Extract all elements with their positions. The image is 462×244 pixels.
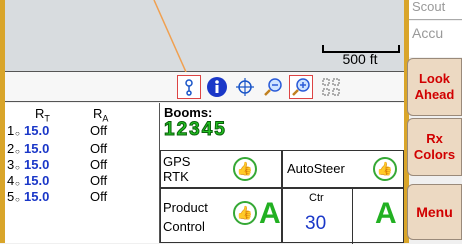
autosteer-cell[interactable]: AutoSteer 👍 <box>282 150 404 188</box>
scale-label: 500 ft <box>342 51 378 67</box>
map-toolbar <box>5 72 404 102</box>
rate-row-number: 2 <box>7 141 15 156</box>
rates-table: RT RA 1 ○ 15.0 Off 2 ○ 15.0 Off 3 ○ 15.0… <box>5 103 160 243</box>
rate-actual-header: RA <box>93 106 109 124</box>
rate-row-number: 5 <box>7 189 15 204</box>
rate-actual-value: Off <box>90 123 108 138</box>
product-dot-icon: ○ <box>15 129 20 138</box>
zoom-in-icon[interactable] <box>289 75 313 99</box>
thumbs-up-icon: 👍 <box>233 157 257 181</box>
control-label: Control <box>163 219 205 234</box>
info-icon[interactable] <box>205 75 229 99</box>
rate-row-number: 4 <box>7 173 15 188</box>
product-dot-icon: ○ <box>15 163 20 172</box>
ctr-value: 30 <box>305 213 327 234</box>
auto-mode-indicator: A <box>375 197 397 230</box>
rate-row[interactable]: 4 ○ 15.0 Off <box>7 173 157 189</box>
rate-row[interactable]: 1 ○ 15.0 Off <box>7 123 157 139</box>
rate-row-number: 1 <box>7 123 15 138</box>
rate-actual-value: Off <box>90 173 108 188</box>
rate-target-value: 15.0 <box>24 123 50 138</box>
rate-actual-value: Off <box>90 157 108 172</box>
thumbs-up-icon: 👍 <box>373 157 397 181</box>
booms-label: Booms: <box>164 105 213 120</box>
zoom-out-icon[interactable] <box>261 75 285 99</box>
booms-status[interactable]: 12345 <box>164 119 227 141</box>
rate-row-number: 3 <box>7 157 15 172</box>
rate-row[interactable]: 3 ○ 15.0 Off <box>7 157 157 173</box>
scout-tab[interactable]: Scout <box>409 0 462 20</box>
rate-target-header: RT <box>35 106 50 124</box>
counter-box: Ctr 30 <box>287 189 353 244</box>
rtk-label: RTK <box>163 169 189 184</box>
grid-icon[interactable] <box>319 75 343 99</box>
counter-cell[interactable]: Ctr 30 A <box>282 188 404 244</box>
guidance-line <box>153 0 187 72</box>
crosshair-icon[interactable] <box>233 75 257 99</box>
product-dot-icon: ○ <box>15 147 20 156</box>
gps-label: GPS <box>163 154 191 169</box>
thumbs-up-icon: 👍 <box>233 201 257 225</box>
menu-button[interactable]: Menu <box>407 184 462 240</box>
ctr-label: Ctr <box>309 192 324 204</box>
product-label: Product <box>163 200 208 215</box>
rate-actual-value: Off <box>90 189 108 204</box>
product-control-cell[interactable]: Product Control 👍 A <box>160 188 282 243</box>
gps-status-cell[interactable]: GPS RTK 👍 <box>160 150 282 188</box>
autosteer-label: AutoSteer <box>287 161 345 176</box>
auto-mode-indicator: A <box>259 197 281 230</box>
pin-icon[interactable] <box>177 75 201 99</box>
product-dot-icon: ○ <box>15 179 20 188</box>
look-ahead-button[interactable]: Look Ahead <box>407 58 462 116</box>
rate-row[interactable]: 2 ○ 15.0 Off <box>7 141 157 157</box>
rate-actual-value: Off <box>90 141 108 156</box>
status-panel: Booms: 12345 GPS RTK 👍 AutoSteer 👍 Produ… <box>160 103 404 244</box>
rx-colors-button[interactable]: Rx Colors <box>407 118 462 176</box>
rate-row[interactable]: 5 ○ 15.0 Off <box>7 189 157 205</box>
rate-target-value: 15.0 <box>24 189 50 204</box>
product-dot-icon: ○ <box>15 195 20 204</box>
rate-target-value: 15.0 <box>24 141 50 156</box>
accuracy-tab[interactable]: Accu <box>409 21 462 57</box>
rate-target-value: 15.0 <box>24 173 50 188</box>
rate-target-value: 15.0 <box>24 157 50 172</box>
